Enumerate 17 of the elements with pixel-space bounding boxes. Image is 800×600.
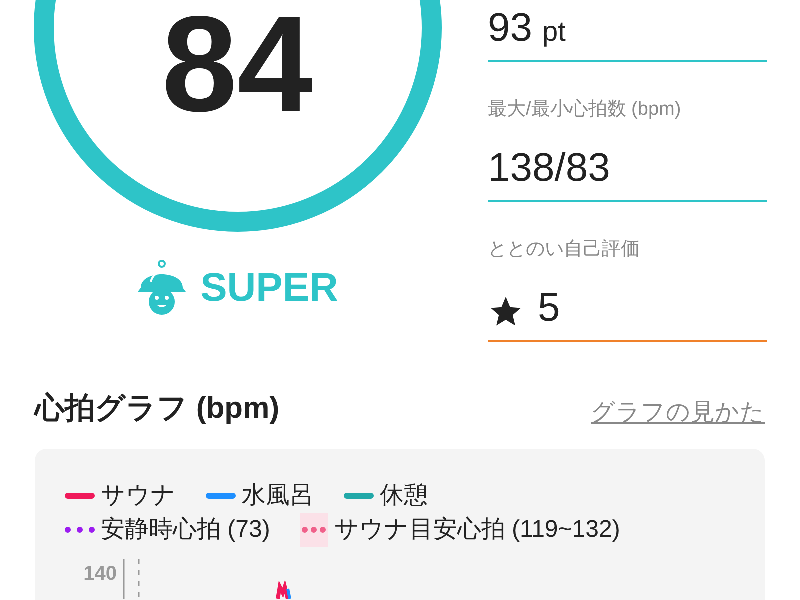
metric-label: 最大/最小心拍数 (bpm) <box>488 98 682 122</box>
metric-label: ととのい自己評価 <box>488 238 641 262</box>
section-title: 心拍グラフ (bpm) <box>35 391 280 427</box>
metric-value: 93 <box>488 8 532 48</box>
metric-value: 5 <box>538 288 560 328</box>
legend-label: サウナ <box>101 481 176 511</box>
legend-label: 安静時心拍 (73) <box>101 515 270 545</box>
score-value: 84 <box>162 0 314 132</box>
metric-value: 138/83 <box>488 148 610 188</box>
legend-label: サウナ目安心拍 (119~132) <box>334 515 620 545</box>
legend-label: 休憩 <box>380 481 428 511</box>
mascot-icon <box>136 260 187 316</box>
legend-label: 水風呂 <box>242 481 314 511</box>
y-axis-label: 140 <box>82 562 117 587</box>
metric-unit: pt <box>542 18 566 46</box>
graph-help-link[interactable]: グラフの見かた <box>591 395 765 431</box>
rank-label: SUPER <box>200 268 338 308</box>
